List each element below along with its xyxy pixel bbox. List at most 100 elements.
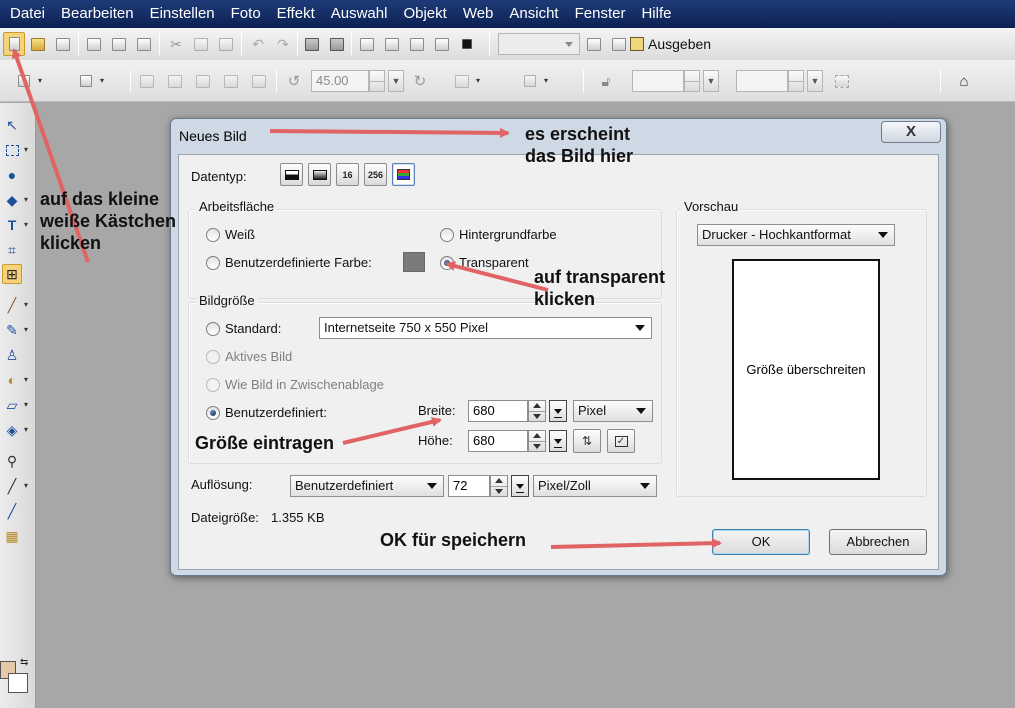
transform-button[interactable] <box>520 71 540 91</box>
rotate-left-button[interactable]: ↺ <box>284 71 304 91</box>
hoehe-input[interactable]: 680 <box>468 430 528 452</box>
fit-button[interactable] <box>832 71 852 91</box>
eyedropper-tool[interactable]: ╱ <box>2 476 22 496</box>
menu-hilfe[interactable]: Hilfe <box>633 0 679 28</box>
print-button[interactable] <box>84 34 104 54</box>
rotation-spinner[interactable] <box>369 70 385 92</box>
pointer-tool[interactable]: ↖ <box>2 115 22 135</box>
layers-button[interactable] <box>432 34 452 54</box>
open-button[interactable] <box>28 34 48 54</box>
user-button[interactable] <box>609 34 629 54</box>
background-color-swatch[interactable] <box>8 673 28 693</box>
zoom-combo[interactable] <box>498 33 580 55</box>
datatype-gray-button[interactable] <box>308 163 331 186</box>
distribute-button[interactable] <box>221 71 241 91</box>
pen-tool[interactable]: ✎ <box>2 320 22 340</box>
new-image-button[interactable] <box>3 32 25 56</box>
aufloesung-unit-select[interactable]: Pixel/Zoll <box>533 475 657 497</box>
radio-standard[interactable] <box>206 322 220 336</box>
cancel-button[interactable]: Abbrechen <box>829 529 927 555</box>
swap-size-button[interactable]: ⇅ <box>573 429 601 453</box>
breite-input[interactable]: 680 <box>468 400 528 422</box>
color-swap-button[interactable] <box>457 34 477 54</box>
menu-einstellen[interactable]: Einstellen <box>142 0 223 28</box>
custom-color-swatch[interactable] <box>403 252 425 272</box>
zoom-tool[interactable]: ⚲ <box>2 451 22 471</box>
aufloesung-dropdown[interactable] <box>511 475 529 497</box>
swap-colors-icon[interactable]: ⇆ <box>20 657 28 668</box>
text-tool[interactable]: T <box>2 215 22 235</box>
aufloesung-mode-select[interactable]: Benutzerdefiniert <box>290 475 444 497</box>
save-button[interactable] <box>53 34 73 54</box>
radio-benutzerdefinierte-farbe[interactable] <box>206 256 220 270</box>
datatype-bw-button[interactable] <box>280 163 303 186</box>
transform-tool[interactable]: ⊞ <box>2 264 22 284</box>
aspect-ratio-button[interactable]: ✓ <box>607 429 635 453</box>
height-input[interactable] <box>736 70 788 92</box>
hoehe-dropdown[interactable] <box>549 430 567 452</box>
standard-size-select[interactable]: Internetseite 750 x 550 Pixel <box>319 317 652 339</box>
menu-bearbeiten[interactable]: Bearbeiten <box>53 0 142 28</box>
screenshot-button[interactable] <box>327 34 347 54</box>
camera-button[interactable] <box>302 34 322 54</box>
menu-datei[interactable]: Datei <box>2 0 53 28</box>
rotate-right-button[interactable]: ↻ <box>410 71 430 91</box>
selection-mode-button[interactable] <box>14 71 34 91</box>
lock-button[interactable]: 🔓︎ <box>596 71 616 91</box>
datatype-truecolor-button[interactable] <box>392 163 415 186</box>
width-spinner[interactable] <box>684 70 700 92</box>
vorschau-format-select[interactable]: Drucker - Hochkantformat <box>697 224 895 246</box>
shape-mode-button[interactable] <box>76 71 96 91</box>
scan-button[interactable] <box>109 34 129 54</box>
sparkle-button[interactable] <box>382 34 402 54</box>
hoehe-spinner[interactable] <box>528 430 546 452</box>
shape-tool[interactable]: ● <box>2 165 22 185</box>
height-spinner[interactable] <box>788 70 804 92</box>
width-input[interactable] <box>632 70 684 92</box>
datatype-16-button[interactable]: 16 <box>336 163 359 186</box>
size-unit-select[interactable]: Pixel <box>573 400 653 422</box>
menu-web[interactable]: Web <box>455 0 502 28</box>
rotation-input[interactable]: 45.00 <box>311 70 369 92</box>
stamp-tool[interactable]: ▦ <box>2 526 22 546</box>
menu-objekt[interactable]: Objekt <box>395 0 454 28</box>
undo-button[interactable]: ↶ <box>248 34 268 54</box>
height-dropdown[interactable]: ▼ <box>807 70 823 92</box>
fill-tool[interactable]: ◈ <box>2 420 22 440</box>
rotation-dropdown[interactable]: ▼ <box>388 70 404 92</box>
width-dropdown[interactable]: ▼ <box>703 70 719 92</box>
crop-tool[interactable]: ⌗ <box>2 240 22 260</box>
ausgeben-button[interactable]: Ausgeben <box>630 30 726 58</box>
paste-button[interactable] <box>216 34 236 54</box>
breite-dropdown[interactable] <box>549 400 567 422</box>
aufloesung-spinner[interactable] <box>490 475 508 497</box>
radio-benutzerdefiniert[interactable] <box>206 406 220 420</box>
selection-tool[interactable] <box>2 140 22 160</box>
line-tool[interactable]: ╱ <box>2 501 22 521</box>
menu-auswahl[interactable]: Auswahl <box>323 0 396 28</box>
radio-hintergrundfarbe[interactable] <box>440 228 454 242</box>
freeform-tool[interactable]: ◆ <box>2 190 22 210</box>
radio-transparent[interactable] <box>440 256 454 270</box>
menu-foto[interactable]: Foto <box>223 0 269 28</box>
aufloesung-input[interactable]: 72 <box>448 475 490 497</box>
radio-aktives-bild[interactable] <box>206 350 220 364</box>
align-left-button[interactable] <box>137 71 157 91</box>
clone-tool[interactable]: ♙ <box>2 345 22 365</box>
eraser-tool[interactable]: ▱ <box>2 395 22 415</box>
retouch-tool[interactable]: ◐ <box>2 370 22 390</box>
home-button[interactable]: ⌂ <box>954 71 974 91</box>
menu-ansicht[interactable]: Ansicht <box>501 0 566 28</box>
redo-button[interactable]: ↷ <box>273 34 293 54</box>
breite-spinner[interactable] <box>528 400 546 422</box>
paintbrush-tool[interactable]: ╱ <box>2 295 22 315</box>
menu-effekt[interactable]: Effekt <box>269 0 323 28</box>
ok-button[interactable]: OK <box>712 529 810 555</box>
copy-button[interactable] <box>191 34 211 54</box>
monitor-button[interactable] <box>357 34 377 54</box>
align-center-button[interactable] <box>165 71 185 91</box>
close-button[interactable]: X <box>881 121 941 143</box>
cut-button[interactable]: ✂ <box>166 34 186 54</box>
browse-button[interactable] <box>134 34 154 54</box>
web-button[interactable] <box>584 34 604 54</box>
